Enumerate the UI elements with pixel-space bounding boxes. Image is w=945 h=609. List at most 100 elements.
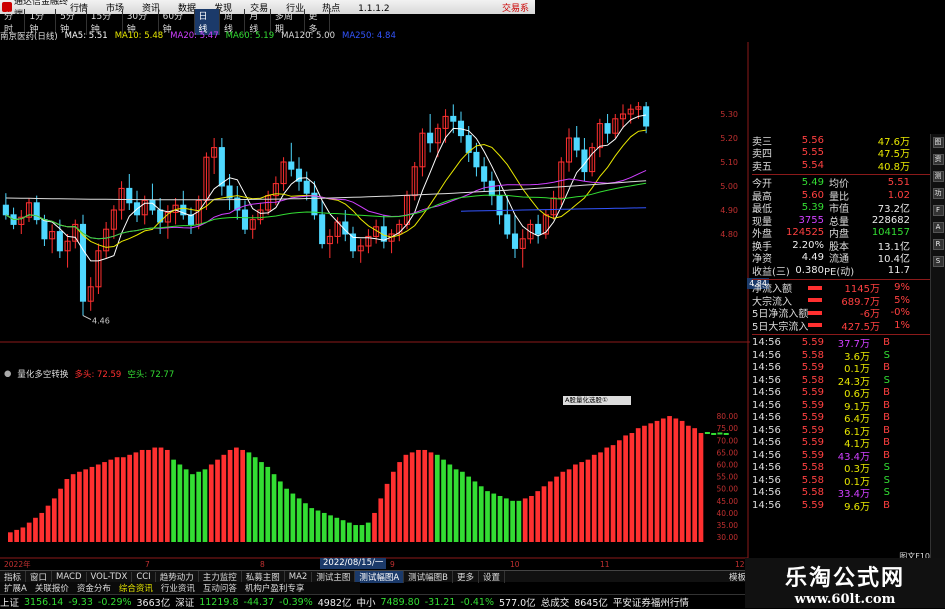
ext-tab-6[interactable]: 机构户盈利专享 (241, 582, 309, 594)
right-tool-strip: 图资测功FARS (930, 134, 945, 559)
indicator-bar (510, 500, 515, 542)
indicator-bar (604, 447, 610, 542)
indicator-tab-7[interactable]: 私募主图 (242, 570, 285, 583)
indicator-tab-8[interactable]: MA2 (285, 571, 313, 582)
indicator-tab-0[interactable]: 指标 (0, 570, 27, 583)
tick-side: B (883, 412, 890, 424)
menu-item-8[interactable]: 1.1.1.2 (358, 4, 390, 14)
indicator-bar (8, 532, 13, 542)
ext-tab-2[interactable]: 资金分布 (73, 582, 115, 594)
candle (604, 114, 611, 143)
tick-side: S (883, 462, 890, 474)
watermark-logo: 乐淘公式网 www.60lt.com (745, 558, 945, 608)
ext-tab-5[interactable]: 互动问答 (199, 582, 241, 594)
status-item-7: -44.37 (243, 596, 275, 608)
strip-icon-2[interactable]: 测 (932, 171, 944, 182)
indicator-tab-3[interactable]: VOL-TDX (87, 571, 133, 582)
date-tick-0: 2022年 (4, 559, 31, 569)
stat-value: 104157 (871, 227, 910, 239)
trade-menu[interactable]: 交易系 (502, 1, 535, 14)
strip-icon-4[interactable]: F (932, 205, 944, 216)
indicator-tab-1[interactable]: 窗口 (26, 570, 53, 583)
indicator-bar (535, 491, 541, 542)
chart-area[interactable]: 5.30 5.20 5.10 5.00 4.90 4.80 4.46 80.00 75.00 7… (0, 42, 750, 570)
indicator-bar (353, 525, 359, 542)
ask-price: 5.54 (801, 159, 824, 171)
flow-bar (808, 285, 822, 290)
stat-value: 5.51 (887, 177, 910, 189)
indicator-bar (208, 464, 214, 542)
indicator-tab-6[interactable]: 主力监控 (199, 570, 242, 583)
indicator-settings-icon[interactable]: ● (4, 369, 11, 379)
indicator-tab-4[interactable]: CCI (132, 571, 156, 582)
candle (427, 114, 434, 153)
indicator-tab-11[interactable]: 测试幅图B (404, 570, 453, 583)
candle (589, 142, 596, 177)
low-marker-line (82, 315, 92, 321)
ask-row: 卖五 5.54 40.8万 (752, 159, 930, 173)
indicator-bar (121, 457, 126, 542)
status-item-1: 3156.14 (24, 596, 64, 608)
price-tick-0: 5.30 (720, 110, 738, 119)
ext-tab-0[interactable]: 扩展A (0, 582, 31, 594)
ext-tab-3[interactable]: 综合资讯 (115, 582, 157, 594)
indicator-bar (503, 498, 509, 542)
tick-time: 14:56 (752, 349, 781, 361)
quote-panel: 卖三 5.56 47.6万 卖四 5.55 47.5万 卖五 5.54 40.8万 今开 5.49 均… (752, 134, 930, 561)
tick-row: 14:56 5.59 9.6万 B (752, 499, 930, 513)
tick-time: 14:56 (752, 499, 781, 511)
indicator-tab-10[interactable]: 测试幅图A (355, 570, 405, 583)
tick-price: 5.59 (801, 362, 824, 374)
tick-price: 5.59 (801, 387, 824, 399)
tick-time: 14:56 (752, 412, 781, 424)
indicator-tab-12[interactable]: 更多 (453, 570, 480, 583)
candle (419, 128, 426, 177)
strip-icon-0[interactable]: 图 (932, 137, 944, 148)
date-tick-6: 11 (600, 560, 610, 569)
ext-tab-4[interactable]: 行业资讯 (157, 582, 199, 594)
indicator-tab-5[interactable]: 趋势动力 (156, 570, 199, 583)
strip-icon-6[interactable]: R (932, 239, 944, 250)
indicator-bar (579, 462, 585, 542)
indicator-bar (51, 498, 57, 542)
candle (203, 152, 210, 210)
ext-tab-1[interactable]: 关联报价 (31, 582, 73, 594)
indicator-bar (554, 476, 559, 542)
strip-icon-1[interactable]: 资 (932, 154, 944, 165)
indicator-tick-1: 75.00 (717, 424, 739, 433)
indicator-bar (397, 462, 402, 542)
status-item-5: 深证 (175, 598, 195, 609)
trading-terminal: 通达信金融终端 行情市场资讯数据发现交易行业热点1.1.1.2 交易系 分时1分… (0, 0, 945, 609)
indicator-title[interactable]: 量化多空转换 (17, 368, 68, 380)
strip-icon-5[interactable]: A (932, 222, 944, 233)
tick-side: B (883, 499, 890, 511)
candle (25, 198, 33, 222)
indicator-bar (20, 527, 26, 542)
tick-side: B (883, 337, 890, 349)
tick-side: B (883, 449, 890, 461)
status-item-6: 11219.8 (199, 596, 239, 608)
strip-icon-7[interactable]: S (932, 256, 944, 267)
tick-time: 14:56 (752, 387, 781, 399)
candle (280, 157, 287, 191)
indicator-bar (560, 471, 566, 542)
indicator-bar (139, 449, 145, 542)
flow-bar (808, 323, 822, 328)
flow-bar (808, 298, 822, 303)
indicator-bar (623, 435, 628, 542)
strip-icon-3[interactable]: 功 (932, 188, 944, 199)
indicator-tab-2[interactable]: MACD (52, 571, 87, 582)
candle (64, 234, 71, 268)
candle (95, 243, 102, 294)
tick-time: 14:56 (752, 374, 781, 386)
indicator-bar (83, 469, 89, 542)
stat-value: 0.380 (795, 264, 824, 276)
date-tick-7: 12 (735, 560, 745, 569)
candle (612, 114, 619, 138)
indicator-tab-13[interactable]: 设置 (479, 570, 506, 583)
candle (380, 214, 387, 249)
indicator-tab-9[interactable]: 测试主图 (312, 570, 356, 583)
ma-legend-item-3: MA20: 5.47 (170, 30, 219, 41)
ma-legend-item-2: MA10: 5.48 (114, 30, 164, 41)
indicator-bar (102, 462, 107, 542)
